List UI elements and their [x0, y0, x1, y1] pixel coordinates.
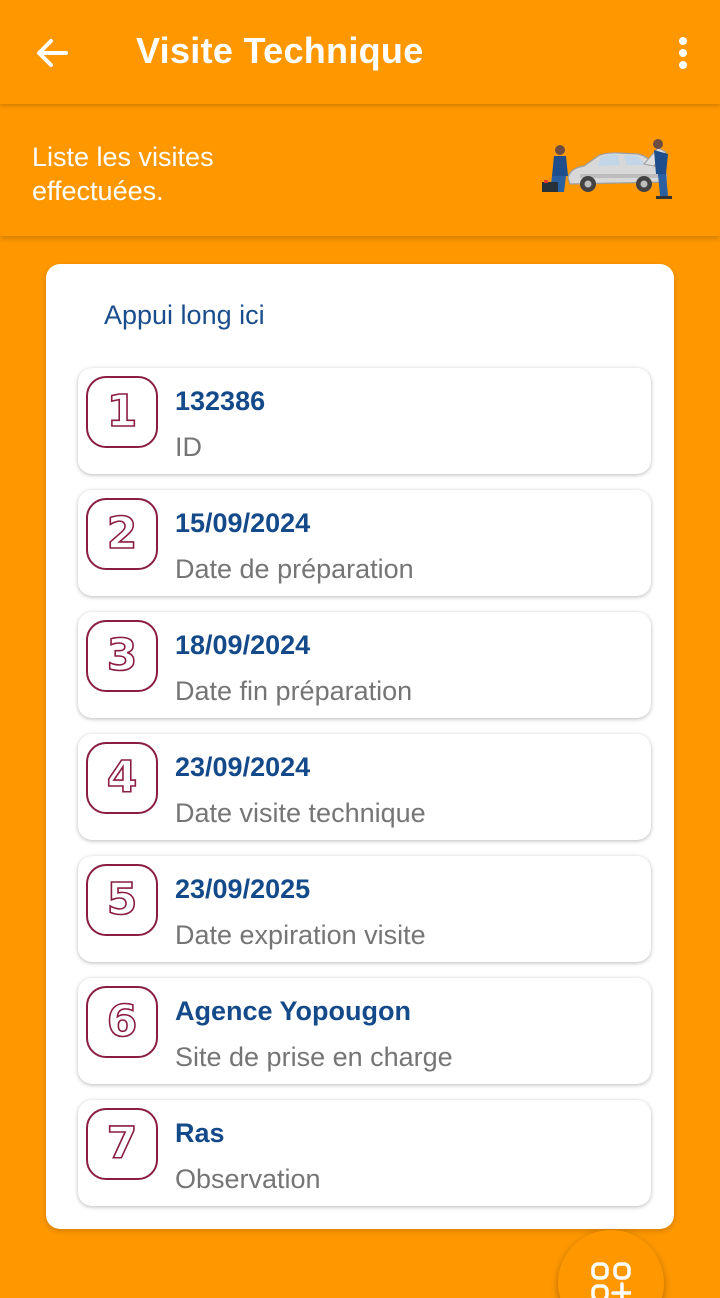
arrow-left-icon: [37, 39, 68, 67]
number-badge: 7: [86, 1108, 158, 1180]
item-value: 132386: [175, 386, 266, 416]
number-badge: 6: [86, 986, 158, 1058]
item-label: ID: [175, 432, 202, 462]
floating-action-button[interactable]: [558, 1230, 664, 1298]
visit-details-card: Appui long ici 1 132386 ID 2 15/09/2024 …: [46, 264, 674, 1229]
item-value: 15/09/2024: [175, 508, 311, 538]
page-title: Visite Technique: [136, 30, 424, 71]
car-mechanics-illustration: [542, 139, 672, 199]
list-item-id[interactable]: 1 132386 ID: [78, 368, 651, 474]
item-value: 23/09/2025: [175, 874, 311, 904]
item-label: Date visite technique: [175, 798, 426, 828]
badge-number: 4: [106, 752, 138, 803]
item-value: Ras: [175, 1118, 225, 1148]
item-label: Date de préparation: [175, 554, 414, 584]
list-item-site[interactable]: 6 Agence Yopougon Site de prise en charg…: [78, 978, 651, 1084]
more-vertical-icon: [679, 37, 687, 69]
long-press-hint[interactable]: Appui long ici: [104, 300, 265, 331]
header-banner: Liste les visites effectuées.: [0, 104, 720, 236]
item-label: Date fin préparation: [175, 676, 413, 706]
badge-number: 1: [106, 386, 138, 437]
item-value: Agence Yopougon: [175, 996, 411, 1026]
number-badge: 4: [86, 742, 158, 814]
list-item-expiration-date[interactable]: 5 23/09/2025 Date expiration visite: [78, 856, 651, 962]
number-badge: 2: [86, 498, 158, 570]
number-badge: 5: [86, 864, 158, 936]
more-options-button[interactable]: [668, 30, 698, 76]
banner-description: Liste les visites effectuées.: [32, 142, 214, 206]
badge-number: 2: [106, 508, 138, 559]
list-item-preparation-end-date[interactable]: 3 18/09/2024 Date fin préparation: [78, 612, 651, 718]
item-value: 23/09/2024: [175, 752, 311, 782]
badge-number: 6: [106, 996, 138, 1047]
badge-number: 7: [106, 1118, 138, 1169]
item-value: 18/09/2024: [175, 630, 311, 660]
badge-number: 3: [106, 630, 138, 681]
badge-number: 5: [106, 874, 138, 925]
list-item-observation[interactable]: 7 Ras Observation: [78, 1100, 651, 1206]
list-item-preparation-date[interactable]: 2 15/09/2024 Date de préparation: [78, 490, 651, 596]
item-label: Date expiration visite: [175, 920, 426, 950]
grid-add-icon: [591, 1262, 631, 1298]
item-label: Observation: [175, 1164, 321, 1194]
app-bar: Visite Technique: [0, 0, 720, 104]
item-label: Site de prise en charge: [175, 1042, 453, 1072]
number-badge: 1: [86, 376, 158, 448]
list-item-visit-date[interactable]: 4 23/09/2024 Date visite technique: [78, 734, 651, 840]
number-badge: 3: [86, 620, 158, 692]
back-button[interactable]: [22, 28, 82, 78]
